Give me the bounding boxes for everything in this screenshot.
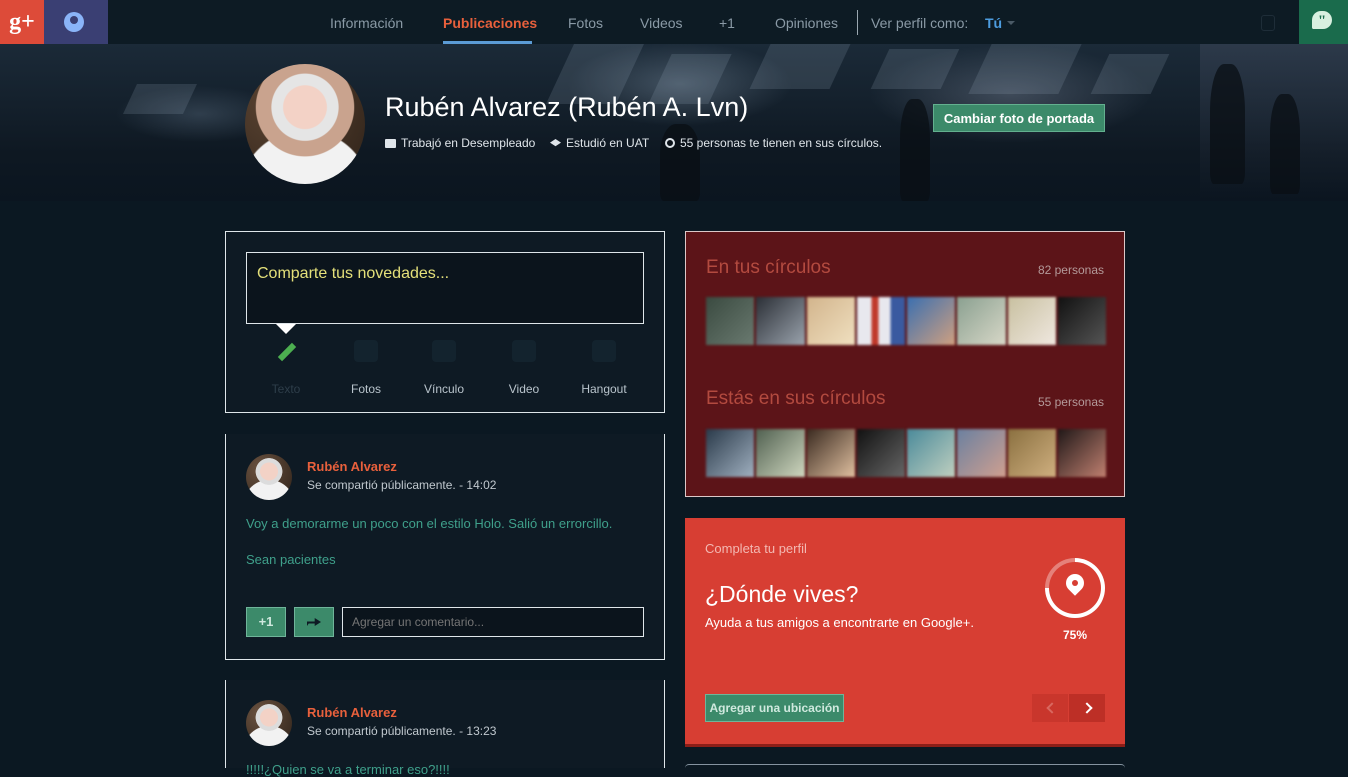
avatar[interactable]: [907, 297, 956, 345]
profile-education-text: Estudió en UAT: [566, 136, 650, 150]
in-their-circles-avatars: [706, 429, 1106, 477]
location-pin-icon: [1062, 570, 1088, 596]
view-as-label: Ver perfil como:: [871, 15, 969, 31]
share-option-text[interactable]: Texto: [246, 340, 326, 396]
hangout-icon: [592, 340, 616, 362]
avatar[interactable]: [756, 297, 805, 345]
hangouts-button[interactable]: ": [1299, 0, 1348, 44]
nav-divider: [857, 10, 858, 35]
hangouts-icon: ": [1312, 11, 1332, 29]
profile-work-text: Trabajó en Desempleado: [401, 136, 536, 150]
top-bar: g+ Información Publicaciones Fotos Video…: [0, 0, 1348, 44]
post-card: Rubén Alvarez Se compartió públicamente.…: [225, 680, 665, 777]
avatar[interactable]: [756, 429, 805, 477]
share-option-link[interactable]: Vínculo: [404, 340, 484, 396]
in-your-circles-count: 82 personas: [1037, 263, 1104, 277]
share-input[interactable]: Comparte tus novedades...: [246, 252, 644, 324]
previous-button[interactable]: [1032, 694, 1068, 722]
avatar[interactable]: [246, 700, 292, 746]
share-option-label: Hangout: [581, 382, 627, 396]
post-meta: Se compartió públicamente. - 13:23: [307, 724, 497, 738]
avatar[interactable]: [907, 429, 956, 477]
circles-icon: [665, 138, 675, 148]
avatar[interactable]: [1057, 429, 1106, 477]
view-as-select[interactable]: Tú: [985, 0, 1002, 44]
chevron-left-icon: [1046, 702, 1058, 714]
camera-icon: [354, 340, 378, 362]
share-pointer: [276, 324, 296, 334]
avatar[interactable]: [1057, 297, 1106, 345]
chevron-down-icon[interactable]: [1007, 21, 1015, 25]
share-option-hangout[interactable]: Hangout: [564, 340, 644, 396]
avatar[interactable]: [957, 297, 1006, 345]
share-option-photos[interactable]: Fotos: [326, 340, 406, 396]
profile-tab[interactable]: [44, 0, 108, 44]
avatar[interactable]: [856, 297, 905, 345]
in-their-circles-title[interactable]: Estás en sus círculos: [706, 388, 886, 410]
link-icon: [432, 340, 456, 362]
progress-percent: 75%: [1062, 628, 1088, 642]
plus-one-button[interactable]: +1: [246, 607, 286, 637]
circles-card: En tus círculos 82 personas Estás en sus…: [685, 231, 1125, 497]
avatar[interactable]: [957, 429, 1006, 477]
tab-opiniones[interactable]: Opiniones: [775, 0, 838, 44]
avatar[interactable]: [246, 454, 292, 500]
share-arrow-icon: [307, 618, 321, 626]
avatar[interactable]: [806, 429, 855, 477]
complete-profile-card: Completa tu perfil ¿Dónde vives? Ayuda a…: [685, 518, 1125, 744]
pencil-icon: [274, 340, 298, 362]
share-box: Comparte tus novedades... Texto Fotos Ví…: [225, 231, 665, 413]
share-option-video[interactable]: Video: [484, 340, 564, 396]
in-your-circles-avatars: [706, 297, 1106, 345]
in-your-circles-title[interactable]: En tus círculos: [706, 257, 831, 279]
share-option-label: Video: [508, 382, 540, 396]
profile-education: Estudió en UAT: [550, 136, 649, 150]
tab-plus-one[interactable]: +1: [719, 0, 735, 44]
profile-icon: [64, 12, 84, 32]
avatar[interactable]: [706, 429, 755, 477]
profile-work: Trabajó en Desempleado: [385, 136, 535, 150]
avatar[interactable]: [1007, 429, 1056, 477]
complete-profile-label: Completa tu perfil: [705, 541, 807, 556]
post-author[interactable]: Rubén Alvarez: [307, 459, 397, 474]
notification-icon[interactable]: [1261, 15, 1275, 31]
change-cover-button[interactable]: Cambiar foto de portada: [933, 104, 1105, 132]
avatar[interactable]: [856, 429, 905, 477]
graduation-cap-icon: [550, 139, 561, 147]
tab-informacion[interactable]: Información: [330, 0, 403, 44]
share-option-label: Fotos: [350, 382, 381, 396]
avatar[interactable]: [806, 297, 855, 345]
post-text: !!!!!¿Quien se va a terminar eso?!!!!: [246, 762, 450, 777]
profile-circles-text: 55 personas te tienen en sus círculos.: [680, 136, 883, 150]
in-their-circles-count: 55 personas: [1037, 395, 1104, 409]
profile-circles: 55 personas te tienen en sus círculos.: [665, 136, 882, 150]
profile-avatar[interactable]: [245, 64, 365, 184]
complete-profile-question: ¿Dónde vives?: [705, 581, 859, 607]
video-icon: [512, 340, 536, 362]
share-option-label: Texto: [271, 382, 301, 396]
post-author[interactable]: Rubén Alvarez: [307, 705, 397, 720]
avatar[interactable]: [706, 297, 755, 345]
google-plus-logo[interactable]: g+: [0, 0, 44, 44]
briefcase-icon: [385, 139, 396, 148]
progress-ring: [1045, 558, 1105, 618]
share-button[interactable]: [294, 607, 334, 637]
post-text: Voy a demorarme un poco con el estilo Ho…: [246, 516, 613, 531]
tab-videos[interactable]: Videos: [640, 0, 683, 44]
add-location-button[interactable]: Agregar una ubicación: [705, 694, 844, 722]
next-button[interactable]: [1069, 694, 1105, 722]
tab-fotos[interactable]: Fotos: [568, 0, 603, 44]
chevron-right-icon: [1081, 702, 1093, 714]
tab-publicaciones[interactable]: Publicaciones: [443, 0, 537, 44]
post-text: Sean pacientes: [246, 552, 336, 567]
complete-profile-hint: Ayuda a tus amigos a encontrarte en Goog…: [705, 615, 974, 630]
avatar[interactable]: [1007, 297, 1056, 345]
post-meta: Se compartió públicamente. - 14:02: [307, 478, 497, 492]
share-option-label: Vínculo: [423, 382, 465, 396]
profile-name: Rubén Alvarez (Rubén A. Lvn): [385, 92, 749, 122]
comment-input[interactable]: [342, 607, 644, 637]
next-card-edge: [685, 764, 1125, 769]
post-card: Rubén Alvarez Se compartió públicamente.…: [225, 434, 665, 660]
